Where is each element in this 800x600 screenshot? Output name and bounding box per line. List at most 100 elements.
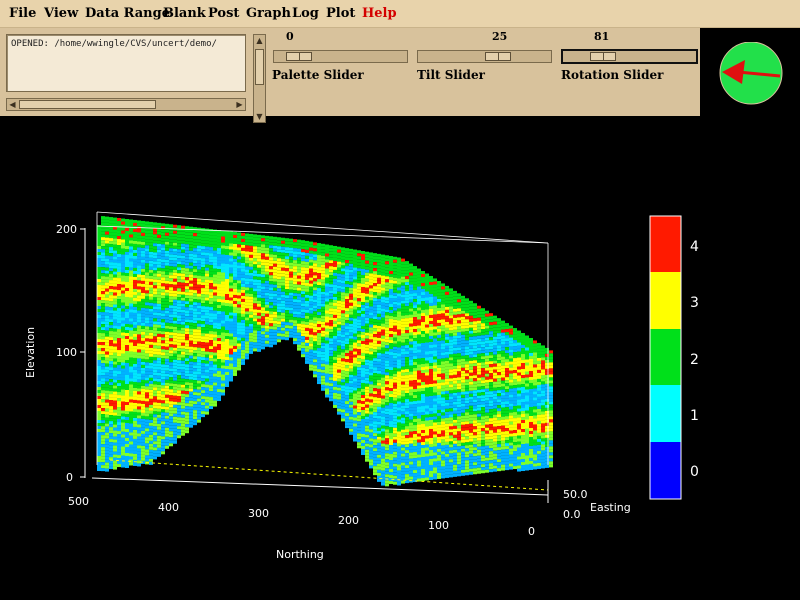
horizontal-scroll-thumb[interactable] [19,100,156,109]
section-cell [121,314,125,318]
section-cell [269,299,273,303]
section-cell [185,295,189,299]
section-cell [249,344,253,348]
section-cell [365,455,369,459]
menu-post[interactable]: Post [208,6,239,21]
section-cell [101,327,105,331]
section-cell [117,389,121,393]
section-cell [113,427,117,431]
section-cell [113,388,117,392]
section-cell [341,415,345,419]
section-cell [401,363,405,367]
section-cell [161,406,165,410]
section-cell [325,367,329,371]
scroll-up-arrow-icon[interactable]: ▲ [254,35,265,46]
section-cell [293,305,297,309]
section-cell [117,347,121,351]
section-cell [133,417,137,421]
rotation-slider[interactable] [561,49,698,64]
section-cell [213,373,217,377]
section-cell [317,309,321,313]
section-cell [381,344,385,348]
section-cell [185,256,189,260]
section-cell [209,241,213,245]
section-cell [137,271,141,275]
rotation-slider-knob[interactable] [590,52,616,61]
tilt-slider[interactable] [417,50,552,63]
section-cell [193,392,197,396]
section-cell [249,326,253,330]
section-cell [377,442,381,446]
section-cell [121,230,125,234]
section-cell [141,451,145,455]
menu-view[interactable]: View [44,6,78,21]
section-cell [381,365,385,369]
section-cell [257,234,261,238]
section-cell [209,316,213,320]
section-cell [97,294,101,297]
section-cell [101,462,105,466]
menu-help[interactable]: Help [362,6,397,21]
menu-log[interactable]: Log [292,6,319,21]
section-cell [413,323,417,327]
section-cell [377,403,381,407]
section-cell [305,252,309,256]
section-cell [381,359,385,363]
section-cell [189,247,193,251]
section-cell [137,292,141,296]
section-cell [125,261,129,264]
section-cell [313,350,317,354]
section-cell [317,264,321,268]
section-cell [189,355,193,359]
section-cell [173,224,177,228]
section-cell [381,407,385,411]
section-cell [345,383,349,387]
section-cell [389,265,393,269]
section-cell [345,407,349,411]
section-cell [261,259,265,263]
section-cell [229,372,233,376]
section-cell [165,340,169,344]
section-cell [401,339,405,343]
section-cell [357,379,361,383]
scroll-right-arrow-icon[interactable]: ▶ [234,99,245,110]
section-cell [325,352,329,356]
menu-plot[interactable]: Plot [326,6,355,21]
section-cell [261,244,265,248]
direction-arrow-icon[interactable] [718,42,784,108]
menu-data-range[interactable]: Data Range [85,6,170,21]
menu-graph[interactable]: Graph [246,6,291,21]
menu-blank[interactable]: Blank [163,6,206,21]
section-cell [257,258,261,262]
section-cell [153,327,157,331]
section-cell [393,256,397,260]
section-cell [377,385,381,389]
section-cell [193,344,197,348]
section-cell [165,352,169,356]
section-cell [313,299,317,303]
log-horizontal-scrollbar[interactable]: ◀ ▶ [6,98,246,111]
section-cell [133,378,137,382]
section-cell [113,358,117,362]
section-cell [141,265,145,269]
section-cell [217,365,221,369]
palette-slider[interactable] [273,50,408,63]
section-cell [353,333,357,337]
section-cell [369,441,373,445]
section-cell [165,292,169,296]
section-cell [117,380,121,384]
log-vertical-scrollbar[interactable]: ▲ ▼ [253,34,266,123]
section-cell [289,268,293,272]
tilt-slider-knob[interactable] [485,52,511,61]
vertical-scroll-thumb[interactable] [255,49,264,85]
section-cell [129,342,133,346]
section-cell [213,277,217,281]
scroll-left-arrow-icon[interactable]: ◀ [7,99,18,110]
section-cell [117,386,121,390]
palette-slider-knob[interactable] [286,52,312,61]
menu-file[interactable]: File [9,6,36,21]
log-text-area[interactable]: OPENED: /home/wwingle/CVS/uncert/demo/ [6,34,246,92]
section-cell [221,272,225,276]
section-cell [177,402,181,406]
section-cell [141,445,145,449]
